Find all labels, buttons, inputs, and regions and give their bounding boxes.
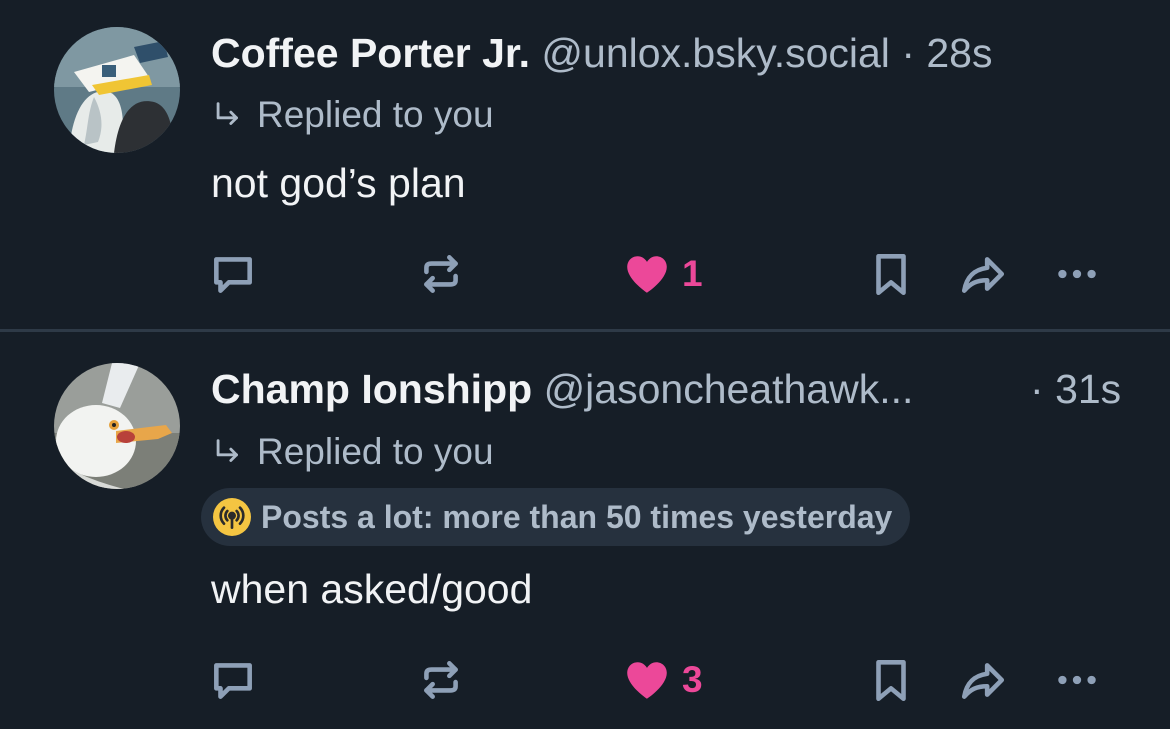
broadcast-icon	[213, 498, 251, 536]
author-handle[interactable]: @jasoncheathawk...	[544, 366, 914, 412]
post-header: Champ Ionshipp @jasoncheathawk...	[211, 364, 913, 414]
bookmark-icon	[876, 254, 906, 296]
replied-label: Replied to you	[257, 94, 494, 135]
replied-label: Replied to you	[257, 431, 494, 472]
share-button[interactable]	[958, 246, 1008, 302]
post-time[interactable]: 31s	[1055, 366, 1121, 412]
avatar[interactable]	[54, 27, 180, 153]
replied-indicator: Replied to you	[211, 430, 494, 474]
post-time[interactable]: 28s	[926, 30, 992, 76]
bookmark-button[interactable]	[866, 652, 916, 708]
badge-label: Posts a lot: more than 50 times yesterda…	[261, 498, 893, 535]
share-arrow-icon	[961, 663, 1005, 699]
post-time-group: · 31s	[1030, 364, 1121, 414]
author-handle[interactable]: @unlox.bsky.social	[541, 30, 890, 76]
speech-bubble-icon	[214, 257, 252, 293]
share-arrow-icon	[961, 257, 1005, 293]
reply-arrow-icon	[216, 439, 238, 462]
bookmark-icon	[876, 660, 906, 702]
like-count: 1	[682, 253, 703, 294]
notification-post[interactable]: Coffee Porter Jr. @unlox.bsky.social · 2…	[0, 0, 1170, 330]
replied-indicator: Replied to you	[211, 93, 494, 137]
ellipsis-icon	[1058, 675, 1096, 685]
reply-arrow-icon	[216, 102, 238, 125]
like-button[interactable]: 3	[622, 652, 703, 708]
post-actions: 3	[0, 652, 1170, 708]
ellipsis-icon	[1058, 269, 1096, 279]
bookmark-button[interactable]	[866, 246, 916, 302]
more-options-button[interactable]	[1052, 652, 1102, 708]
avatar[interactable]	[54, 363, 180, 489]
notification-post[interactable]: Champ Ionshipp @jasoncheathawk... · 31s …	[0, 332, 1170, 729]
reply-button[interactable]	[208, 246, 258, 302]
separator: ·	[901, 30, 915, 76]
separator: ·	[1030, 366, 1044, 412]
reply-button[interactable]	[208, 652, 258, 708]
repost-button[interactable]	[416, 246, 466, 302]
share-button[interactable]	[958, 652, 1008, 708]
speech-bubble-icon	[214, 663, 252, 699]
author-display-name[interactable]: Champ Ionshipp	[211, 366, 532, 412]
like-count: 3	[682, 659, 703, 700]
activity-badge: Posts a lot: more than 50 times yesterda…	[201, 488, 911, 546]
like-button[interactable]: 1	[622, 246, 703, 302]
heart-icon	[627, 662, 667, 699]
repost-button[interactable]	[416, 652, 466, 708]
author-display-name[interactable]: Coffee Porter Jr.	[211, 30, 530, 76]
repost-arrows-icon	[424, 255, 458, 293]
repost-arrows-icon	[424, 661, 458, 699]
heart-icon	[627, 256, 667, 293]
post-actions: 1	[0, 246, 1170, 302]
more-options-button[interactable]	[1052, 246, 1102, 302]
post-text: not god’s plan	[211, 160, 466, 206]
post-header: Coffee Porter Jr. @unlox.bsky.social · 2…	[211, 28, 992, 78]
post-text: when asked/good	[211, 566, 533, 612]
